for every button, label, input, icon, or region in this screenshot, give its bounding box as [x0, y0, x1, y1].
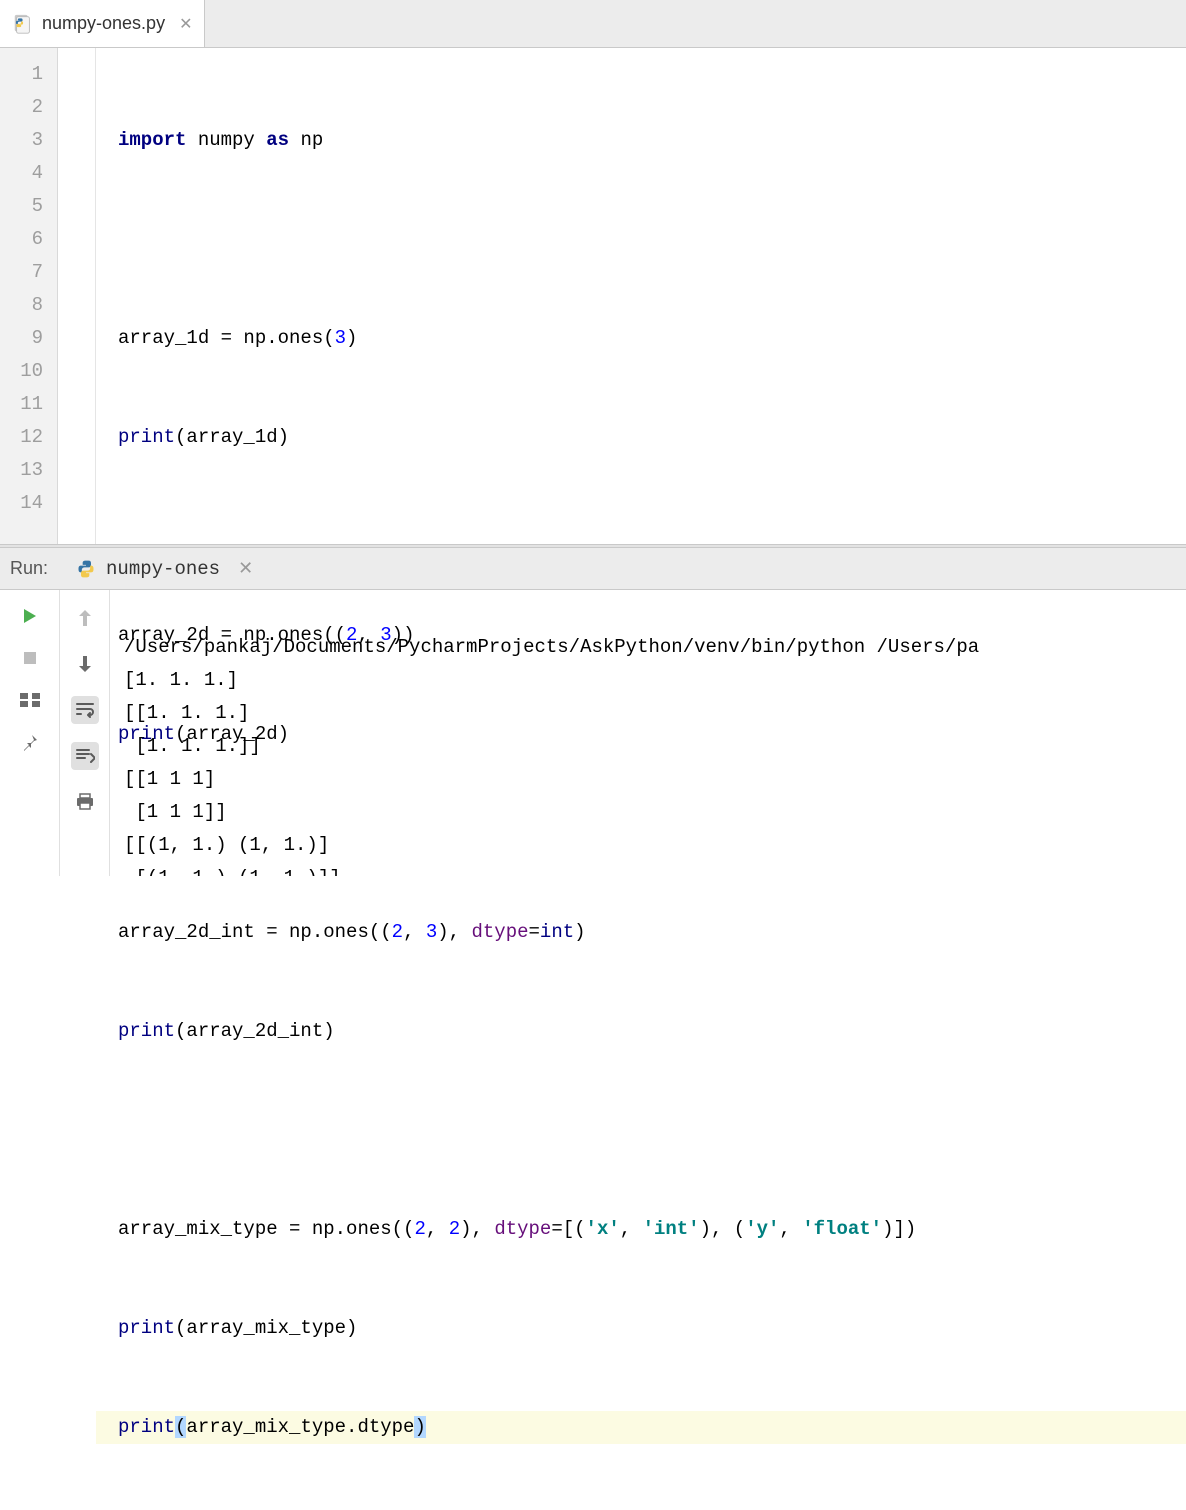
- print-button[interactable]: [71, 788, 99, 816]
- python-file-icon: [12, 13, 34, 35]
- code-text: ,: [779, 1218, 802, 1240]
- str: 'x': [586, 1218, 620, 1240]
- up-arrow-button[interactable]: [71, 604, 99, 632]
- builtin-print: print: [118, 1020, 175, 1042]
- current-line: print(array_mix_type.dtype): [96, 1411, 1186, 1444]
- code-text: ),: [460, 1218, 494, 1240]
- num: 2: [392, 921, 403, 943]
- code-text: ): [574, 921, 585, 943]
- stop-button[interactable]: [18, 646, 42, 670]
- code-text: ), (: [700, 1218, 746, 1240]
- bracket-highlight: ): [414, 1416, 425, 1438]
- code-text: array_mix_type.dtype: [186, 1416, 414, 1438]
- run-label: Run:: [10, 558, 48, 579]
- line-number: 10: [0, 355, 57, 388]
- builtin-print: print: [118, 1317, 175, 1339]
- line-number: 13: [0, 454, 57, 487]
- line-number: 2: [0, 91, 57, 124]
- pin-button[interactable]: [18, 730, 42, 754]
- layout-button[interactable]: [18, 688, 42, 712]
- num: 3: [426, 921, 437, 943]
- code-text: = np.ones(: [209, 327, 334, 349]
- code-text: = np.ones((: [209, 624, 346, 646]
- python-icon: [76, 559, 96, 579]
- scroll-to-end-button[interactable]: [71, 742, 99, 770]
- line-number: 9: [0, 322, 57, 355]
- module-alias: np: [300, 129, 323, 151]
- var: array_1d: [118, 327, 209, 349]
- module-name: numpy: [198, 129, 255, 151]
- code-text: = np.ones((: [255, 921, 392, 943]
- code-text: ): [346, 327, 357, 349]
- code-text: )): [392, 624, 415, 646]
- num: 3: [335, 327, 346, 349]
- line-number: 12: [0, 421, 57, 454]
- str: 'int': [643, 1218, 700, 1240]
- code-text: ,: [620, 1218, 643, 1240]
- rerun-button[interactable]: [18, 604, 42, 628]
- kwarg: dtype: [494, 1218, 551, 1240]
- code-text: ,: [426, 1218, 449, 1240]
- line-number: 3: [0, 124, 57, 157]
- num: 2: [346, 624, 357, 646]
- line-number: 14: [0, 487, 57, 520]
- bracket-highlight: (: [175, 1416, 186, 1438]
- line-number: 8: [0, 289, 57, 322]
- code-text: = np.ones((: [278, 1218, 415, 1240]
- run-toolbar-secondary: [60, 590, 110, 876]
- num: 2: [449, 1218, 460, 1240]
- code-text: =: [529, 921, 540, 943]
- builtin-print: print: [118, 1416, 175, 1438]
- code-text: )]): [882, 1218, 916, 1240]
- builtin-int: int: [540, 921, 574, 943]
- code-text: =[(: [551, 1218, 585, 1240]
- line-number: 6: [0, 223, 57, 256]
- editor-tabbar: numpy-ones.py ✕: [0, 0, 1186, 48]
- kw-import: import: [118, 129, 186, 151]
- code-text: ,: [403, 921, 426, 943]
- soft-wrap-button[interactable]: [71, 696, 99, 724]
- str: 'float': [802, 1218, 882, 1240]
- line-number: 4: [0, 157, 57, 190]
- down-arrow-button[interactable]: [71, 650, 99, 678]
- line-number-gutter: 1 2 3 4 5 6 7 8 9 10 11 12 13 14: [0, 48, 58, 544]
- tab-close-icon[interactable]: ✕: [179, 14, 192, 34]
- code-text: ,: [357, 624, 380, 646]
- line-number: 1: [0, 58, 57, 91]
- code-editor: 1 2 3 4 5 6 7 8 9 10 11 12 13 14 import …: [0, 48, 1186, 544]
- line-number: 7: [0, 256, 57, 289]
- var: array_2d_int: [118, 921, 255, 943]
- var: array_mix_type: [118, 1218, 278, 1240]
- run-toolbar-left: [0, 590, 60, 876]
- str: 'y': [745, 1218, 779, 1240]
- fold-gutter: [58, 48, 96, 544]
- num: 3: [380, 624, 391, 646]
- code-area[interactable]: import numpy as np array_1d = np.ones(3)…: [96, 48, 1186, 544]
- kw-as: as: [266, 129, 289, 151]
- line-number: 11: [0, 388, 57, 421]
- tab-filename: numpy-ones.py: [42, 13, 165, 34]
- builtin-print: print: [118, 426, 175, 448]
- kwarg: dtype: [472, 921, 529, 943]
- code-text: ),: [437, 921, 471, 943]
- builtin-print: print: [118, 723, 175, 745]
- editor-tab[interactable]: numpy-ones.py ✕: [0, 0, 205, 47]
- line-number: 5: [0, 190, 57, 223]
- num: 2: [414, 1218, 425, 1240]
- var: array_2d: [118, 624, 209, 646]
